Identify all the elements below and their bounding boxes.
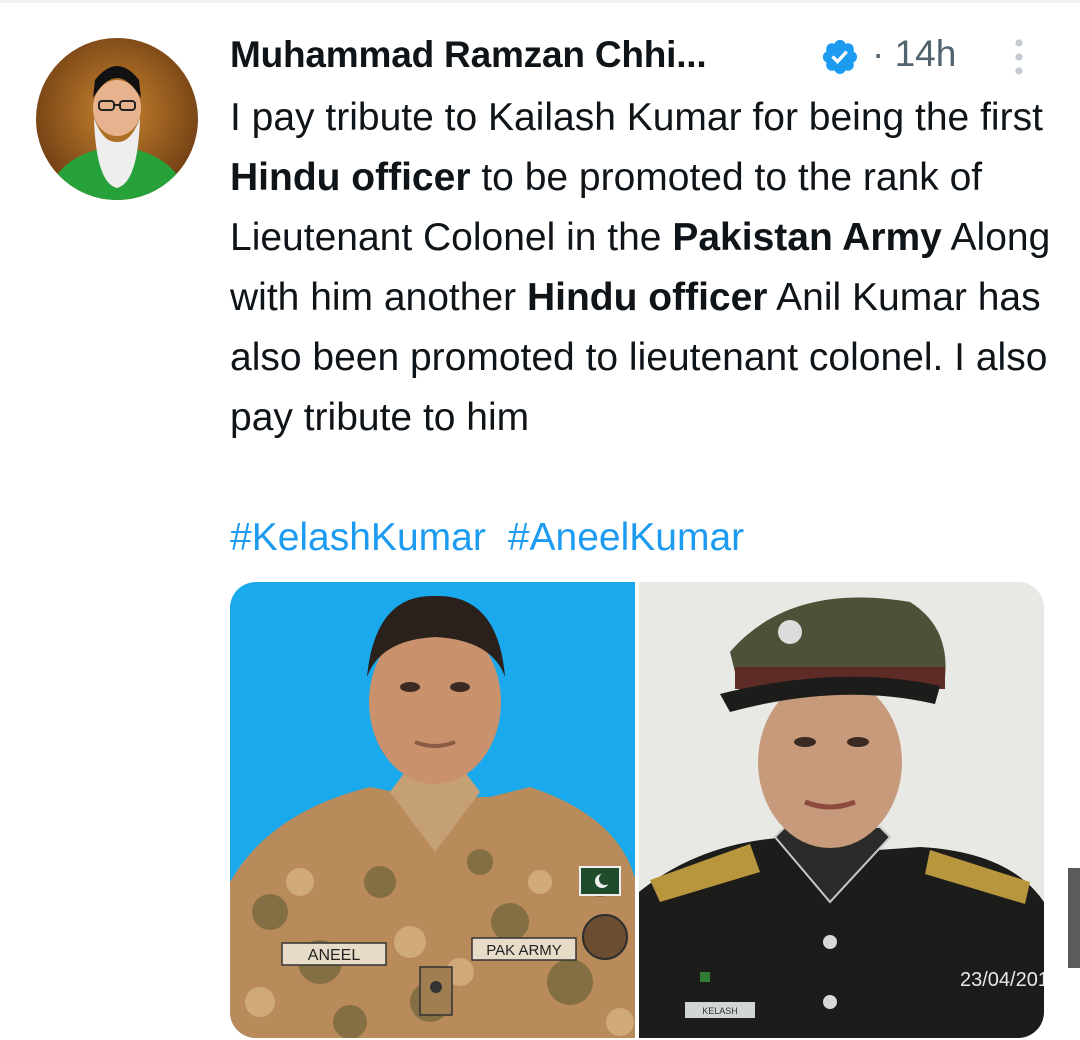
time-label: 14h — [894, 33, 957, 74]
bold-text-segment: Hindu officer — [526, 276, 768, 319]
hashtag-link[interactable]: #KelashKumar — [230, 516, 486, 559]
army-tape-left: PAK ARMY — [486, 942, 562, 959]
tweet-text: I pay tribute to Kailash Kumar for being… — [230, 88, 1060, 448]
left-photo: ANEEL PAK ARMY — [230, 582, 636, 1038]
scrollbar-edge[interactable] — [1068, 868, 1080, 968]
top-divider — [0, 0, 1080, 3]
tweet-timestamp[interactable]: · 14h — [872, 33, 956, 75]
hashtag-link[interactable]: #AneelKumar — [508, 516, 744, 559]
author-name[interactable]: Muhammad Ramzan Chhi... — [230, 34, 707, 76]
name-tape-right: KELASH — [702, 1006, 738, 1016]
bold-text-segment: Pakistan Army — [672, 216, 942, 259]
verified-badge-icon — [822, 39, 858, 75]
media-photos: ANEEL PAK ARMY KELASH 23/04/201 — [230, 582, 1044, 1038]
name-tape-left: ANEEL — [308, 947, 361, 964]
more-options-icon[interactable] — [1012, 38, 1026, 76]
date-stamp: 23/04/201 — [960, 969, 1044, 991]
separator-dot: · — [872, 33, 885, 74]
text-segment: I pay tribute to Kailash Kumar for being… — [230, 96, 1043, 139]
author-avatar[interactable] — [36, 38, 198, 200]
tweet-media[interactable]: ANEEL PAK ARMY KELASH 23/04/201 — [230, 582, 1044, 1038]
bold-text-segment: Hindu officer — [230, 156, 471, 199]
right-photo: KELASH 23/04/201 — [639, 582, 1044, 1038]
hashtag-row: #KelashKumar #AneelKumar — [230, 508, 766, 568]
avatar-image — [36, 38, 198, 200]
